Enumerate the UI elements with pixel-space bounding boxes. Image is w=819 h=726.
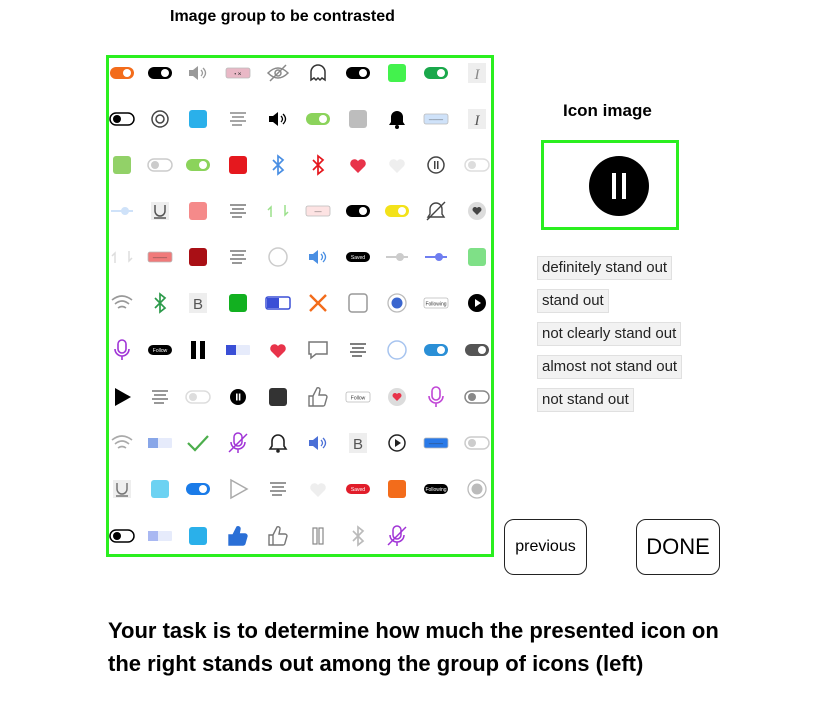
icon-title: Icon image [563,101,652,120]
option-almost-not-stand-out[interactable]: almost not stand out [537,355,683,379]
option-not-clearly-stand-out[interactable]: not clearly stand out [537,322,682,346]
pause-icon [589,156,649,216]
previous-button[interactable]: previous [504,519,587,575]
option-stand-out[interactable]: stand out [537,289,609,313]
task-instructions: Your task is to determine how much the p… [108,618,719,676]
group-title: Image group to be contrasted [170,8,395,25]
option-not-stand-out[interactable]: not stand out [537,388,634,412]
option-definitely-stand-out[interactable]: definitely stand out [537,256,673,280]
done-button[interactable]: DONE [636,519,720,575]
group-frame [106,55,494,557]
